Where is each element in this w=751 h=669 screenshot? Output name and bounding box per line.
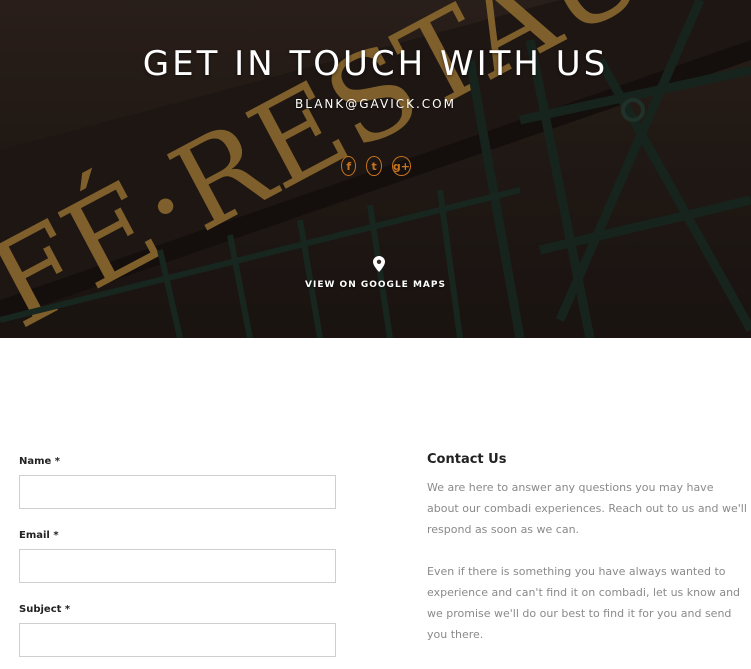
email-label: Email * (19, 530, 59, 541)
facebook-icon[interactable]: f (341, 156, 357, 176)
page-title: GET IN TOUCH WITH US (142, 44, 609, 84)
subject-field[interactable] (19, 623, 336, 657)
contact-info-paragraph: We are here to answer any questions you … (427, 481, 747, 536)
contact-form: Name * Email * Subject * (19, 456, 336, 669)
social-links: f t g+ (341, 156, 411, 176)
contact-info: Contact Us We are here to answer any que… (427, 452, 747, 645)
name-label: Name * (19, 456, 61, 467)
twitter-icon[interactable]: t (366, 156, 382, 176)
contact-info-title: Contact Us (427, 452, 507, 467)
contact-info-paragraph: Even if there is something you have alwa… (427, 565, 741, 641)
google-maps-link[interactable]: VIEW ON GOOGLE MAPS (0, 280, 751, 290)
name-field[interactable] (19, 475, 336, 509)
subject-label: Subject * (19, 604, 71, 615)
google-plus-icon[interactable]: g+ (391, 156, 411, 176)
hero-banner: FÉ·RESTAU GET IN TOUCH WITH US BLANK@GAV… (0, 0, 751, 338)
contact-email[interactable]: BLANK@GAVICK.COM (0, 97, 751, 111)
email-field[interactable] (19, 549, 336, 583)
map-pin-icon[interactable] (373, 256, 385, 272)
